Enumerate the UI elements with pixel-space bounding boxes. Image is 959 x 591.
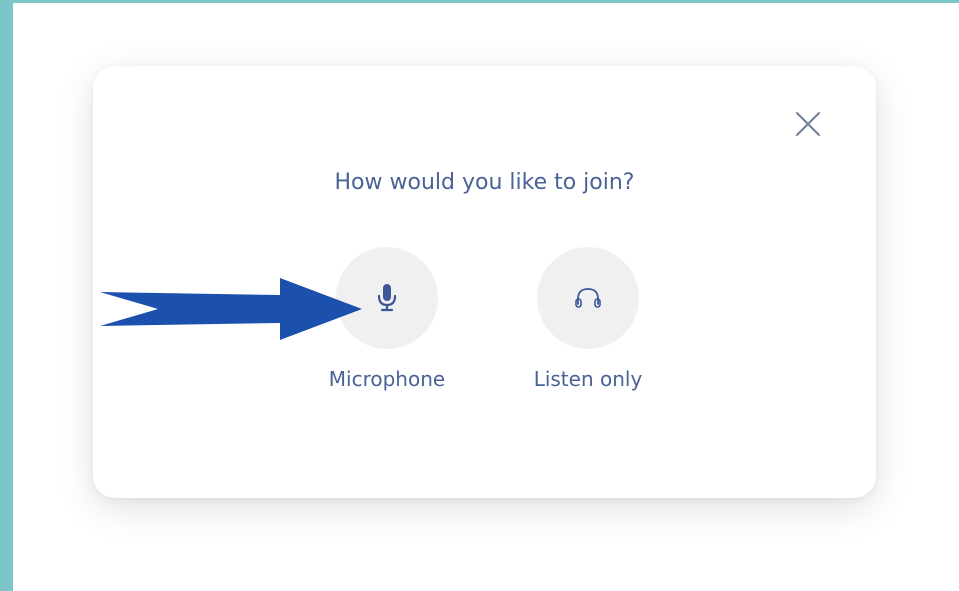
headphones-icon	[575, 288, 601, 308]
microphone-label: Microphone	[328, 367, 446, 391]
arrow-right-icon	[100, 278, 362, 340]
frame-left-border	[0, 0, 13, 591]
listen-only-label: Listen only	[533, 367, 643, 391]
modal-title: How would you like to join?	[334, 170, 635, 195]
close-icon	[796, 112, 820, 136]
frame-top-border	[0, 0, 959, 3]
close-button[interactable]	[788, 104, 828, 144]
listen-only-button[interactable]	[537, 247, 639, 349]
microphone-icon	[377, 284, 397, 312]
listen-only-option[interactable]: Listen only	[508, 247, 668, 391]
